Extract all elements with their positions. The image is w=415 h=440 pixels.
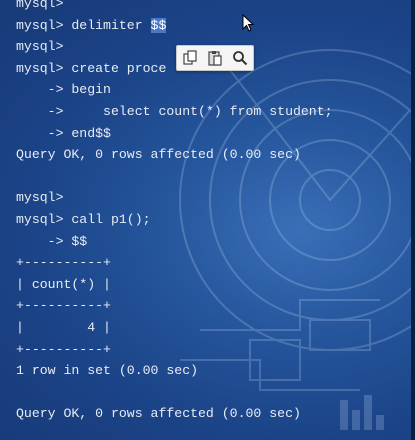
terminal-text: -> end$$ [16, 125, 111, 141]
search-icon [233, 51, 248, 66]
selected-text: $$ [150, 17, 167, 33]
terminal-text: Query OK, 0 rows affected (0.00 sec) [16, 406, 301, 422]
terminal-line: -> end$$ [16, 123, 409, 145]
terminal-text: | count(*) | [16, 276, 111, 292]
terminal-line: mysql> [16, 0, 409, 15]
terminal-text: mysql> create proce [16, 60, 167, 76]
terminal-line: +----------+ [16, 339, 409, 361]
terminal-line: -> select count(*) from student; [16, 101, 409, 123]
selection-toolbar [176, 45, 254, 71]
terminal-text: | 4 | [16, 319, 111, 335]
terminal-text: +----------+ [16, 298, 111, 314]
terminal-text: mysql> delimiter [16, 17, 151, 33]
terminal-line: mysql> delimiter $$ [16, 15, 409, 37]
terminal-line: | 4 | [16, 317, 409, 339]
terminal-text: Query OK, 0 rows affected (0.00 sec) [16, 147, 301, 163]
terminal-text: -> $$ [16, 233, 88, 249]
terminal-line: +----------+ [16, 295, 409, 317]
mouse-cursor-icon [242, 14, 254, 32]
terminal-text: -> select count(*) from student; [16, 103, 333, 119]
window-edge [411, 0, 415, 440]
terminal-line: Query OK, 0 rows affected (0.00 sec) [16, 144, 409, 166]
terminal-text: 1 row in set (0.00 sec) [16, 363, 199, 379]
copy-icon [183, 50, 197, 65]
terminal-text: +----------+ [16, 255, 111, 271]
terminal-line: 1 row in set (0.00 sec) [16, 360, 409, 382]
terminal-text: mysql> [16, 0, 64, 11]
paste-icon [208, 51, 222, 66]
terminal-text: +----------+ [16, 341, 111, 357]
paste-button[interactable] [204, 48, 226, 68]
search-button[interactable] [229, 48, 251, 68]
terminal-window: mysql> mysql> delimiter $$ mysql> mysql> cr… [0, 0, 415, 440]
terminal-line: Query OK, 0 rows affected (0.00 sec) [16, 403, 409, 425]
terminal-line: mysql> call p1(); [16, 209, 409, 231]
terminal-line: +----------+ [16, 252, 409, 274]
terminal-text: mysql> [16, 190, 64, 206]
terminal-line: -> begin [16, 79, 409, 101]
terminal-line: -> $$ [16, 231, 409, 253]
terminal-text: -> begin [16, 82, 111, 98]
terminal-text: mysql> call p1(); [16, 211, 151, 227]
copy-button[interactable] [179, 48, 201, 68]
terminal-line: | count(*) | [16, 274, 409, 296]
terminal-line: mysql> [16, 187, 409, 209]
terminal-text: mysql> [16, 39, 64, 55]
